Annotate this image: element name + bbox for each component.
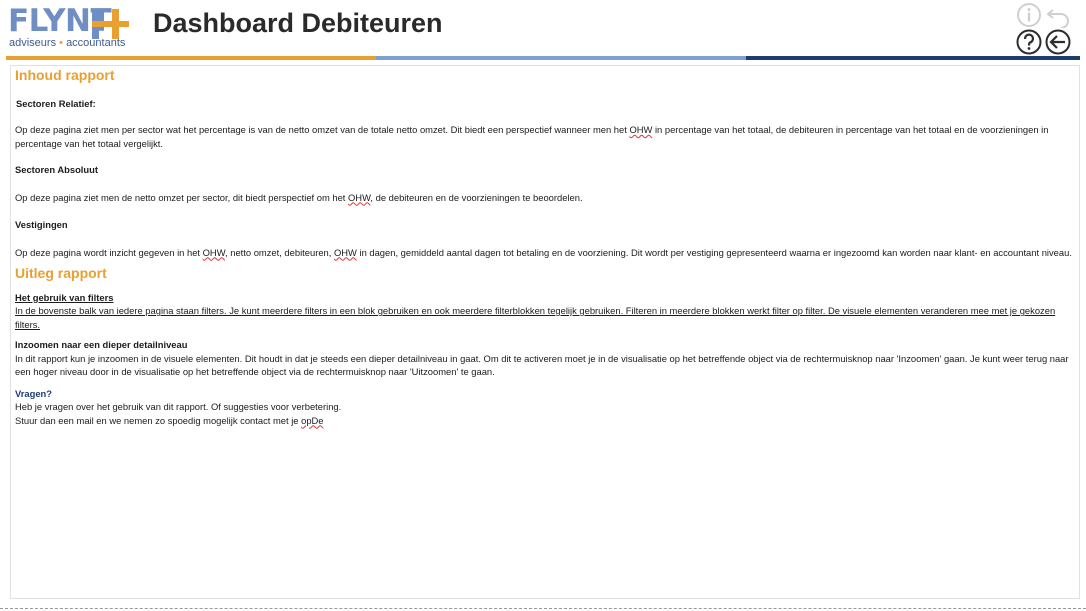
- filters-text: In de bovenste balk van iedere pagina st…: [15, 305, 1056, 330]
- vestigingen-heading: Vestigingen: [15, 219, 68, 230]
- relatief-heading: Sectoren Relatief:: [16, 97, 96, 109]
- vragen-line-2: Stuur dan een mail en we nemen zo spoedi…: [15, 414, 324, 426]
- vestigingen-text: Op deze pagina wordt inzicht gegeven in …: [15, 246, 1072, 258]
- undo-icon[interactable]: [1045, 2, 1071, 28]
- report-text: Inhoud rapport Sectoren Relatief: Op dez…: [15, 67, 1075, 427]
- back-arrow-icon[interactable]: [1045, 29, 1071, 55]
- vragen-heading: Vragen?: [15, 387, 52, 399]
- inzoomen-text: In dit rapport kun je inzoomen in de vis…: [15, 352, 1069, 378]
- vragen-line-1: Heb je vragen over het gebruik van dit r…: [15, 401, 342, 412]
- filters-heading: Het gebruik van filters: [15, 291, 114, 303]
- logo-subtitle: adviseurs • accountants: [9, 37, 126, 49]
- relatief-text: Op deze pagina ziet men per sector wat h…: [15, 124, 1049, 149]
- header-stripe-navy: [746, 56, 1080, 60]
- absoluut-heading: Sectoren Absoluut: [15, 164, 98, 175]
- logo-h-mark: [92, 9, 129, 39]
- header-stripe-orange: [6, 56, 376, 60]
- header-icons: [1016, 2, 1076, 55]
- absoluut-text: Op deze pagina ziet men de netto omzet p…: [15, 191, 583, 203]
- header-stripe-blue: [376, 56, 746, 60]
- inzoomen-heading: Inzoomen naar een dieper detailniveau: [15, 339, 188, 350]
- inhoud-rapport-title: Inhoud rapport: [15, 67, 115, 83]
- report-content-panel: Inhoud rapport Sectoren Relatief: Op dez…: [10, 65, 1080, 599]
- page-title: Dashboard Debiteuren: [153, 8, 443, 38]
- help-icon[interactable]: [1016, 29, 1042, 55]
- flynth-logo: FLYNT adviseurs • accountants: [8, 4, 133, 50]
- bottom-divider: [0, 608, 1086, 609]
- info-icon[interactable]: [1016, 2, 1042, 28]
- uitleg-rapport-title: Uitleg rapport: [15, 265, 107, 281]
